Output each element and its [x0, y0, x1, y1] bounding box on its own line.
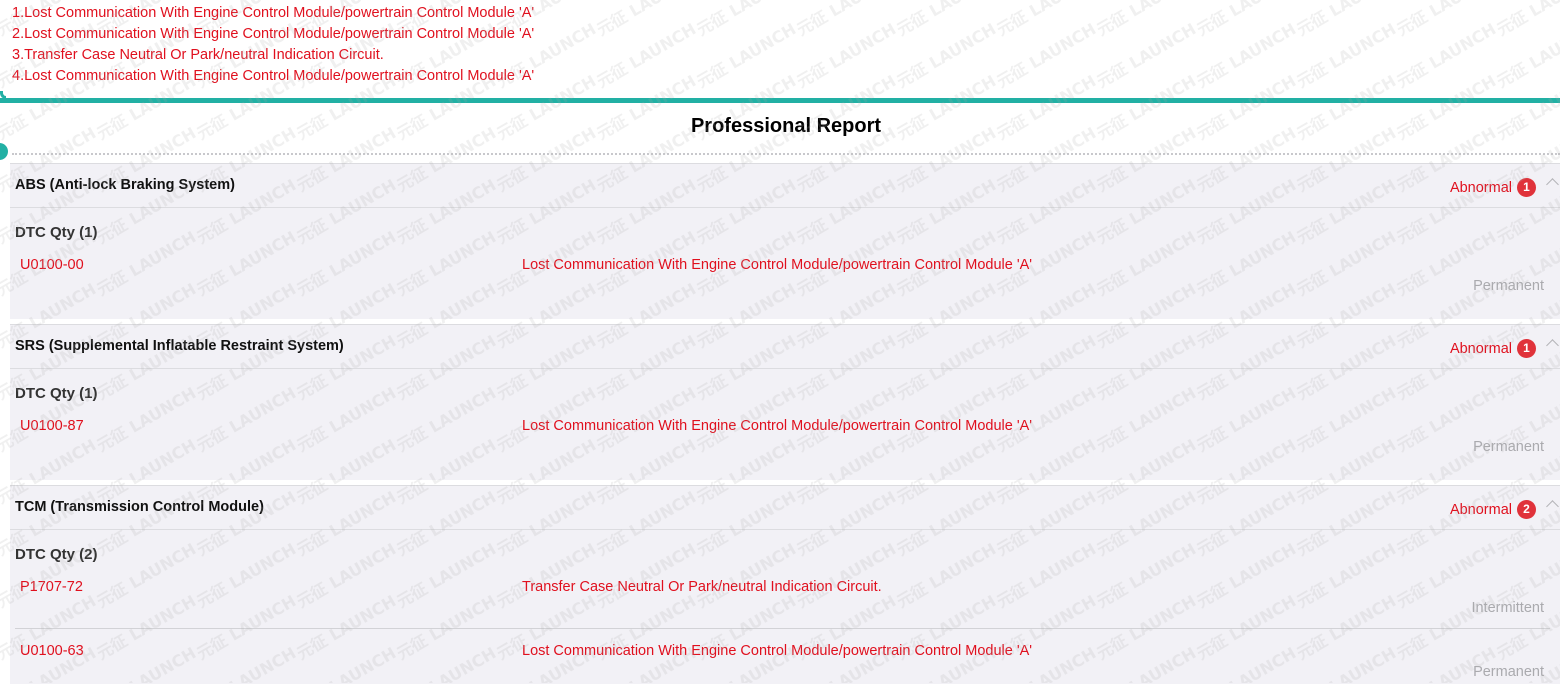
dtc-type: Permanent	[1473, 664, 1544, 680]
status-label: Abnormal	[1449, 340, 1512, 357]
watermark-text: 元征 LAUNCH	[693, 19, 800, 92]
section-srs: SRS (Supplemental Inflatable Restraint S…	[10, 324, 1560, 480]
count-badge: 1	[1517, 339, 1536, 358]
dtc-description: Lost Communication With Engine Control M…	[522, 418, 1033, 434]
dtc-description: Transfer Case Neutral Or Park/neutral In…	[522, 579, 882, 595]
watermark-text: 元征 LAUNCH	[1293, 19, 1400, 92]
watermark-text: 元征 LAUNCH	[793, 19, 900, 92]
fault-summary: 1.Lost Communication With Engine Control…	[12, 3, 534, 87]
watermark-text: 元征 LAUNCH	[1493, 0, 1560, 40]
watermark-text: 元征 LAUNCH	[993, 0, 1100, 40]
dtc-qty: DTC Qty (1)	[15, 224, 98, 241]
teal-divider-bar	[0, 98, 1560, 103]
status-label: Abnormal	[1449, 179, 1512, 196]
status-abnormal: Abnormal 1	[1450, 178, 1536, 197]
row-divider	[15, 628, 1550, 629]
section-header[interactable]: TCM (Transmission Control Module) Abnorm…	[10, 486, 1560, 530]
watermark-text: 元征 LAUNCH	[1193, 0, 1300, 40]
dtc-qty: DTC Qty (2)	[15, 546, 98, 563]
section-header[interactable]: SRS (Supplemental Inflatable Restraint S…	[10, 325, 1560, 369]
count-badge: 1	[1517, 178, 1536, 197]
dtc-type: Permanent	[1473, 278, 1544, 294]
summary-line: 3.Transfer Case Neutral Or Park/neutral …	[12, 47, 384, 63]
dtc-code: U0100-63	[20, 643, 84, 659]
status-abnormal: Abnormal 2	[1450, 500, 1536, 519]
section-name: SRS (Supplemental Inflatable Restraint S…	[15, 338, 344, 354]
section-header[interactable]: ABS (Anti-lock Braking System) Abnormal …	[10, 164, 1560, 208]
teal-dot-marker	[0, 143, 8, 160]
status-abnormal: Abnormal 1	[1450, 339, 1536, 358]
watermark-text: 元征 LAUNCH	[1193, 19, 1300, 92]
watermark-text: 元征 LAUNCH	[1093, 0, 1200, 40]
watermark-text: 元征 LAUNCH	[893, 19, 1000, 92]
watermark-text: 元征 LAUNCH	[1393, 19, 1500, 92]
dtc-type: Permanent	[1473, 439, 1544, 455]
section-abs: ABS (Anti-lock Braking System) Abnormal …	[10, 163, 1560, 319]
watermark-text: 元征 LAUNCH	[693, 0, 800, 40]
section-name: ABS (Anti-lock Braking System)	[15, 177, 235, 193]
watermark-text: 元征 LAUNCH	[893, 0, 1000, 40]
section-name: TCM (Transmission Control Module)	[15, 499, 264, 515]
watermark-text: 元征 LAUNCH	[593, 0, 700, 40]
watermark-text: 元征 LAUNCH	[793, 0, 900, 40]
summary-line: 4.Lost Communication With Engine Control…	[12, 68, 535, 84]
watermark-text: 元征 LAUNCH	[1393, 0, 1500, 40]
summary-line: 1.Lost Communication With Engine Control…	[12, 5, 535, 21]
report-title: Professional Report	[690, 115, 882, 137]
chevron-up-icon[interactable]	[1546, 500, 1559, 513]
chevron-up-icon[interactable]	[1546, 178, 1559, 191]
watermark-text: 元征 LAUNCH	[1493, 19, 1560, 92]
dotted-divider	[12, 153, 1560, 155]
section-tcm: TCM (Transmission Control Module) Abnorm…	[10, 485, 1560, 684]
dtc-code: U0100-00	[20, 257, 84, 273]
summary-line: 2.Lost Communication With Engine Control…	[12, 26, 535, 42]
dtc-code: P1707-72	[20, 579, 83, 595]
dtc-qty: DTC Qty (1)	[15, 385, 98, 402]
watermark-text: 元征 LAUNCH	[993, 19, 1100, 92]
watermark-text: 元征 LAUNCH	[593, 19, 700, 92]
watermark-text: 元征 LAUNCH	[1093, 19, 1200, 92]
dtc-code: U0100-87	[20, 418, 84, 434]
dtc-description: Lost Communication With Engine Control M…	[522, 257, 1033, 273]
chevron-up-icon[interactable]	[1546, 339, 1559, 352]
count-badge: 2	[1517, 500, 1536, 519]
dtc-description: Lost Communication With Engine Control M…	[522, 643, 1033, 659]
status-label: Abnormal	[1449, 501, 1512, 518]
watermark-text: 元征 LAUNCH	[1293, 0, 1400, 40]
dtc-type: Intermittent	[1471, 600, 1544, 616]
